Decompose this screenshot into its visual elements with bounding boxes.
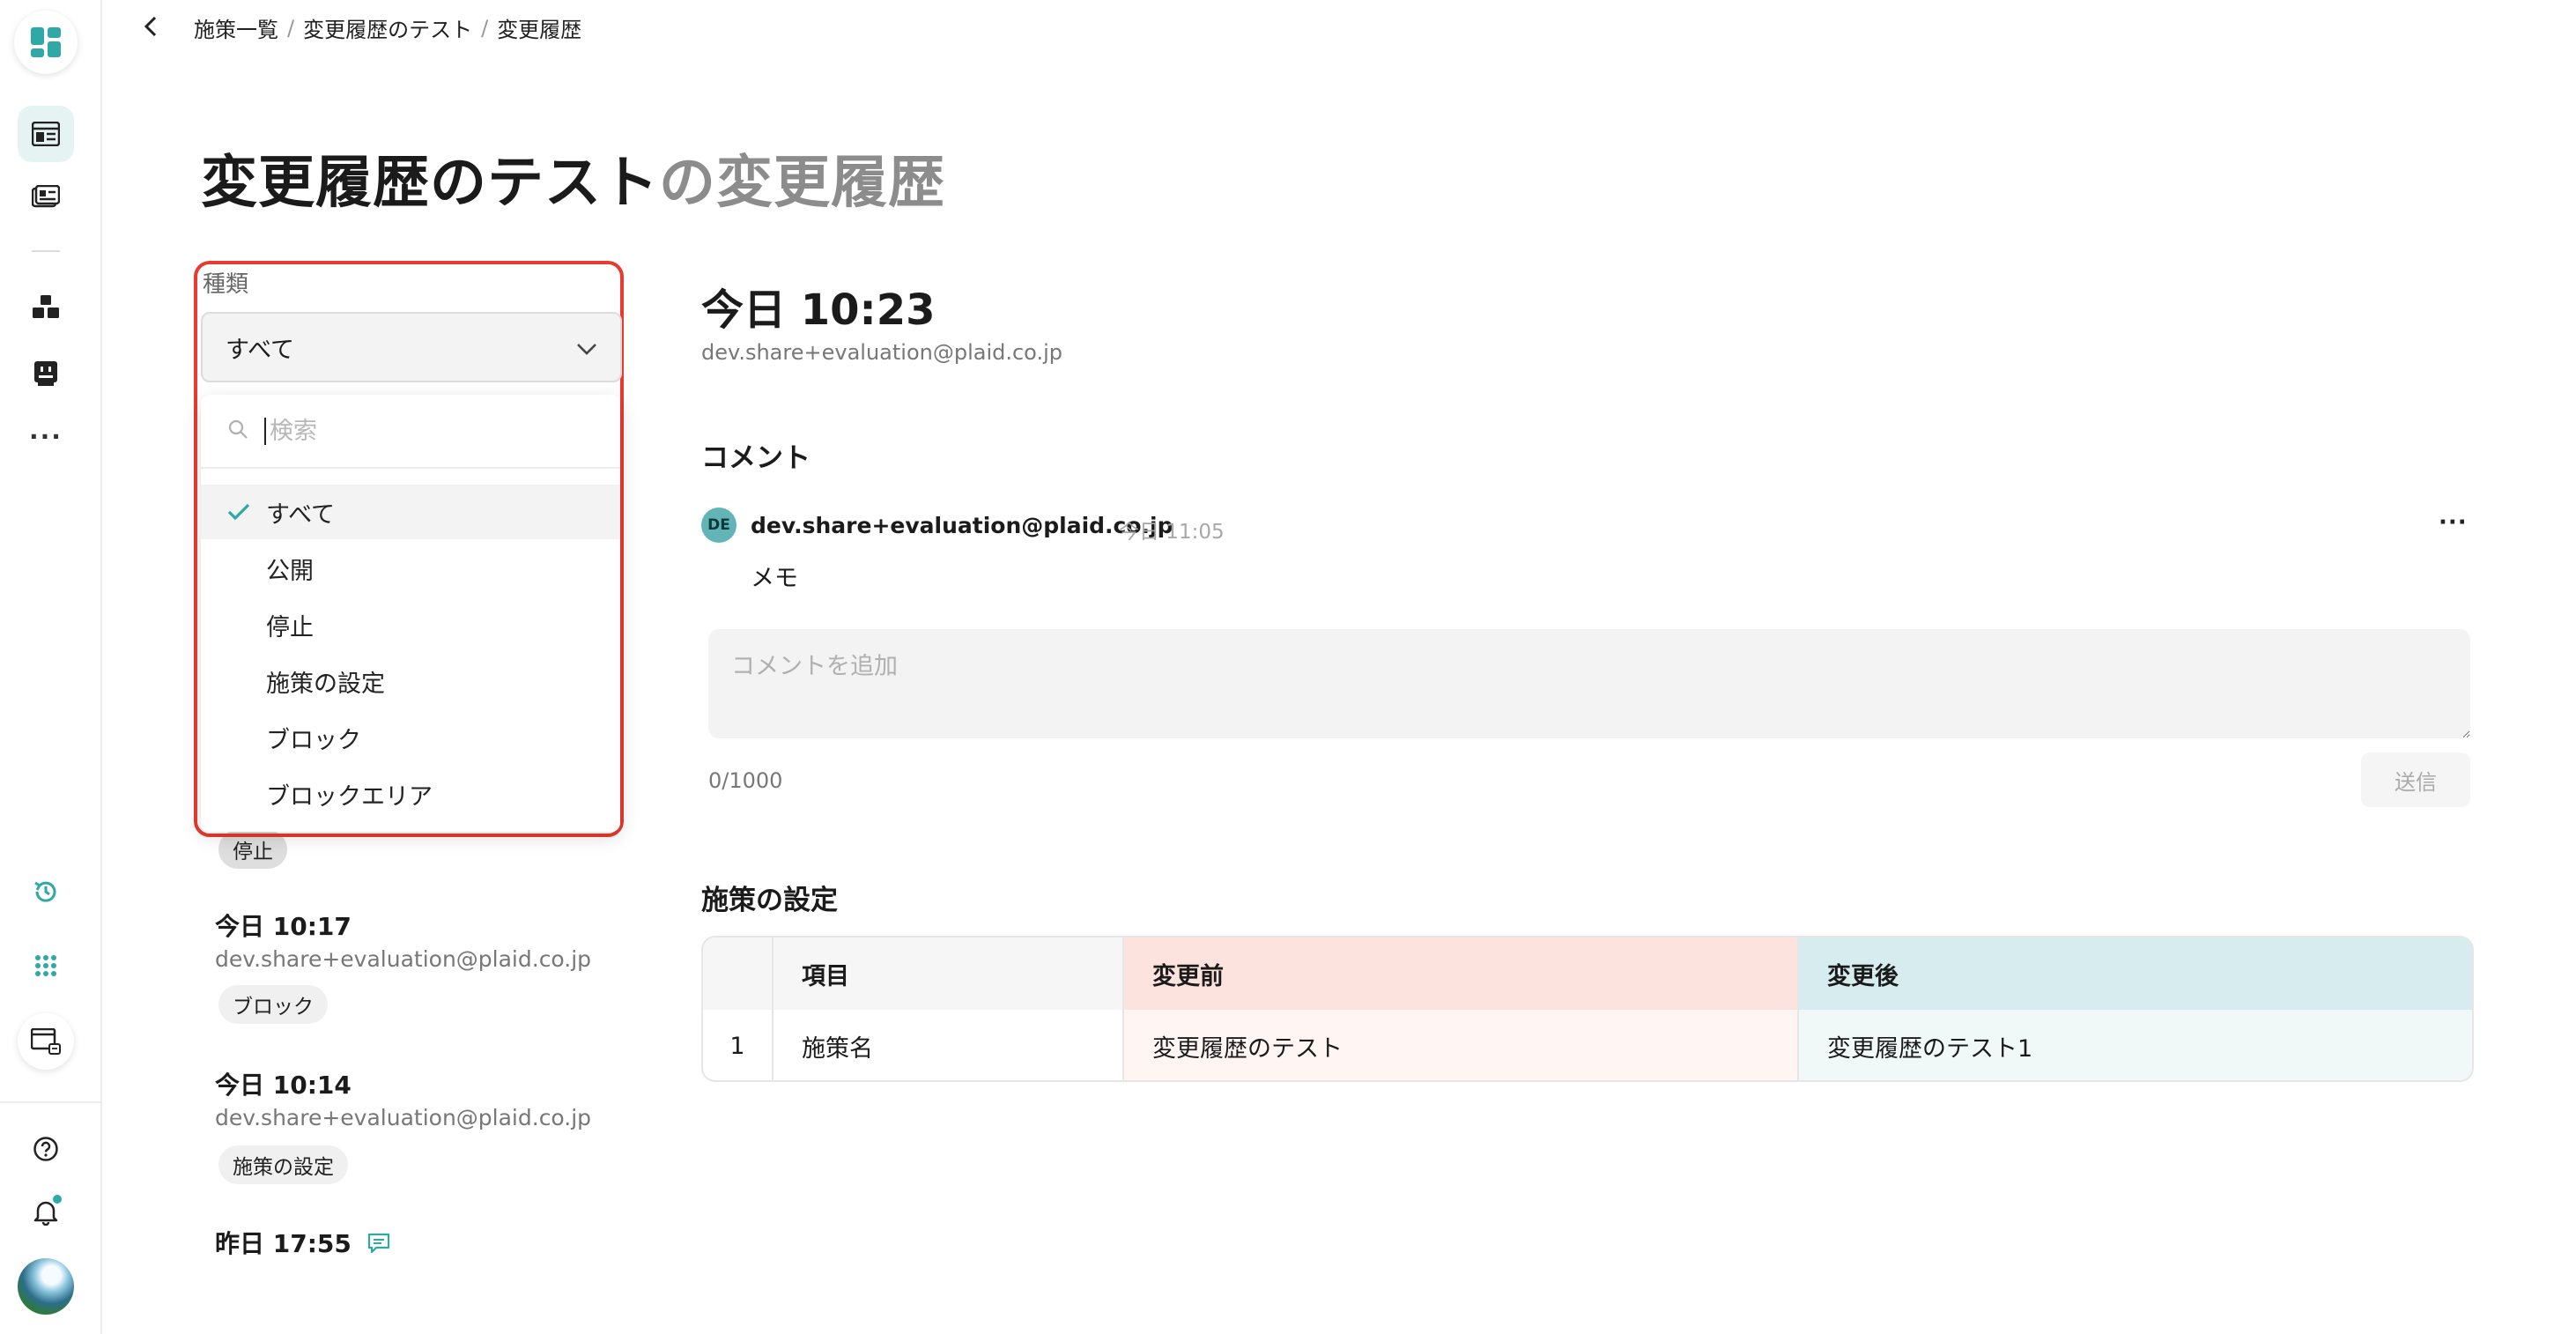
table-header-after: 変更後 [1799, 938, 2472, 1010]
option-label: 施策の設定 [266, 670, 385, 698]
help-icon[interactable] [18, 1121, 74, 1177]
search-icon [227, 419, 248, 443]
notification-dot [51, 1193, 63, 1205]
sidebar-divider [32, 250, 60, 252]
detail-time: 今日 10:23 [701, 285, 936, 335]
add-comment-input[interactable] [708, 629, 2470, 738]
comment-icon [367, 1231, 390, 1260]
comment-char-count: 0/1000 [708, 768, 783, 793]
option-label: すべて [266, 500, 336, 529]
breadcrumb-separator: / [481, 15, 489, 41]
robot-icon[interactable] [18, 345, 74, 402]
table-header-item: 項目 [774, 938, 1124, 1010]
history-time: 昨日 17:55 [215, 1229, 352, 1258]
send-button[interactable]: 送信 [2361, 752, 2470, 807]
app-logo-icon[interactable] [14, 11, 78, 74]
page-title: 変更履歴のテストの変更履歴 [201, 137, 945, 219]
comment-menu-icon[interactable]: ··· [2439, 509, 2468, 536]
option-label: ブロック [266, 726, 361, 754]
option-campaign-settings[interactable]: 施策の設定 [201, 654, 620, 708]
changes-table: 項目 変更前 変更後 1 施策名 変更履歴のテスト 変更履歴のテスト1 [701, 936, 2474, 1082]
option-stop[interactable]: 停止 [201, 597, 620, 652]
option-block-area[interactable]: ブロックエリア [201, 767, 620, 821]
check-icon [227, 500, 250, 528]
comment-avatar: DE [701, 508, 737, 543]
comment-author: dev.share+evaluation@plaid.co.jp [751, 513, 1173, 538]
history-tag: ブロック [218, 985, 328, 1024]
type-select-value: すべて [226, 336, 295, 364]
history-time[interactable]: 今日 10:14 [215, 1066, 352, 1101]
breadcrumb-item-campaign[interactable]: 変更履歴のテスト [303, 12, 472, 43]
breadcrumb-item-campaigns[interactable]: 施策一覧 [194, 12, 278, 43]
option-label: 公開 [266, 557, 314, 585]
option-all[interactable]: すべて [201, 485, 620, 539]
template-icon[interactable] [18, 169, 74, 226]
filter-label: 種類 [203, 271, 249, 298]
back-arrow-icon[interactable] [139, 14, 164, 39]
breadcrumb-item-history: 変更履歴 [497, 18, 582, 42]
comment-time: 今日 11:05 [1119, 521, 1225, 544]
user-avatar[interactable] [18, 1258, 74, 1315]
comments-title: コメント [701, 442, 811, 474]
history-email: dev.share+evaluation@plaid.co.jp [215, 946, 592, 972]
history-icon[interactable] [18, 863, 74, 920]
chevron-down-icon [576, 334, 597, 361]
option-label: ブロックエリア [266, 782, 433, 811]
blocks-icon[interactable] [18, 278, 74, 335]
page-title-suffix: の変更履歴 [659, 151, 945, 216]
settings-title: 施策の設定 [701, 885, 838, 916]
history-tag: 施策の設定 [218, 1145, 348, 1184]
preview-icon[interactable] [18, 1013, 74, 1070]
detail-email: dev.share+evaluation@plaid.co.jp [701, 340, 1062, 365]
page-title-main: 変更履歴のテスト [201, 151, 659, 216]
table-row: 1 施策名 変更履歴のテスト 変更履歴のテスト1 [703, 1010, 2472, 1080]
table-header-cell [703, 938, 774, 1010]
option-label: 停止 [266, 613, 314, 641]
table-cell-index: 1 [703, 1010, 774, 1080]
sidebar-divider-bottom [0, 1101, 102, 1103]
campaign-list-icon[interactable] [18, 106, 74, 162]
table-cell-after: 変更履歴のテスト1 [1799, 1010, 2472, 1080]
table-header-before: 変更前 [1124, 938, 1799, 1010]
apps-grid-icon[interactable] [18, 938, 74, 994]
breadcrumb: 施策一覧 / 変更履歴のテスト / 変更履歴 [194, 12, 581, 43]
table-header-row: 項目 変更前 変更後 [703, 938, 2472, 1010]
table-cell-item: 施策名 [774, 1010, 1124, 1080]
sidebar: ··· [0, 0, 102, 1334]
type-select[interactable]: すべて [201, 312, 622, 382]
history-email: dev.share+evaluation@plaid.co.jp [215, 1105, 592, 1130]
history-item-yesterday[interactable]: 昨日 17:55 [215, 1225, 390, 1260]
type-dropdown: すべて 公開 停止 施策の設定 ブロック ブロックエリア [201, 395, 620, 832]
dropdown-search [201, 395, 620, 469]
more-icon[interactable]: ··· [18, 414, 74, 471]
option-block[interactable]: ブロック [201, 710, 620, 765]
option-publish[interactable]: 公開 [201, 541, 620, 596]
comment-body: メモ [751, 565, 798, 592]
bell-icon[interactable] [18, 1184, 74, 1241]
table-cell-before: 変更履歴のテスト [1124, 1010, 1799, 1080]
breadcrumb-separator: / [287, 15, 295, 41]
history-time[interactable]: 今日 10:17 [215, 908, 352, 943]
search-input[interactable] [264, 417, 599, 445]
